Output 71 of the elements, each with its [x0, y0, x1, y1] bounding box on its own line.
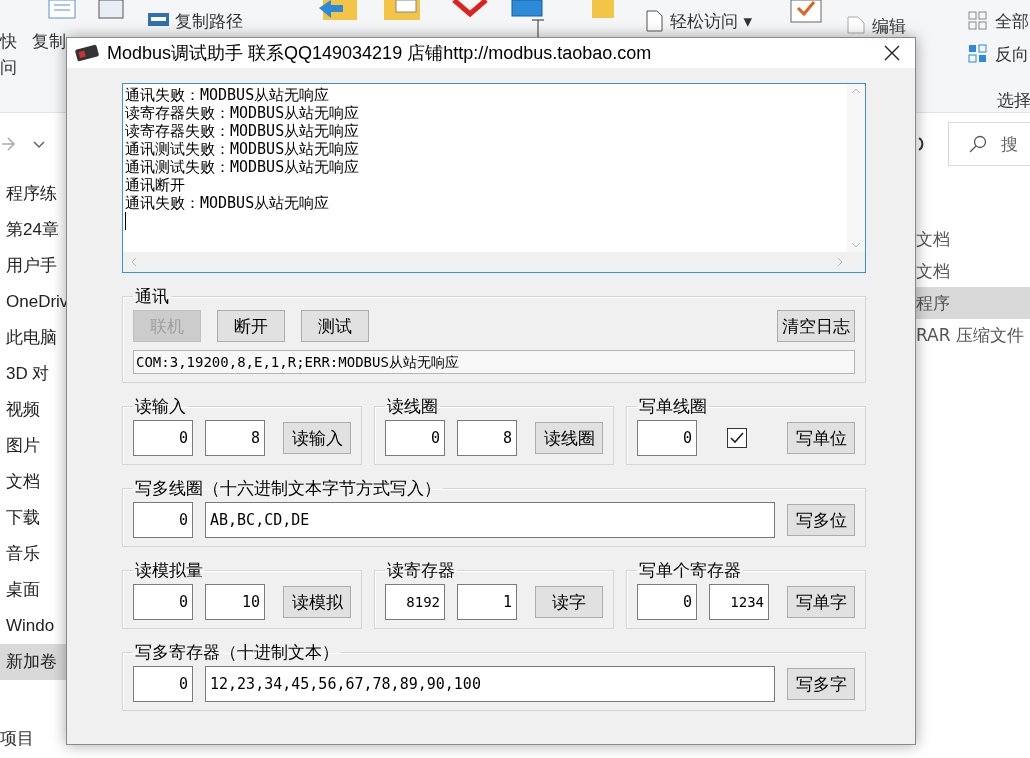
group-title: 读线圈 — [386, 395, 439, 418]
number-field[interactable]: 1234 — [709, 584, 769, 620]
action-button[interactable]: 断开 — [217, 310, 285, 342]
group-title: 写多线圈（十六进制文本字节方式写入） — [134, 477, 442, 500]
ribbon-label[interactable]: 选择 — [997, 89, 1030, 112]
number-field[interactable]: 10 — [205, 584, 265, 620]
log-line: 通讯测试失败：MODBUS从站无响应 — [125, 140, 361, 158]
nav-item[interactable]: 桌面 — [0, 572, 66, 608]
nav-item[interactable]: OneDriv — [0, 284, 66, 320]
number-field[interactable]: 0 — [133, 420, 193, 456]
group-title: 读寄存器 — [386, 559, 456, 582]
group-title: 读输入 — [134, 395, 187, 418]
number-field[interactable]: 0 — [133, 584, 193, 620]
nav-item[interactable]: 此电脑 — [0, 320, 66, 356]
number-field[interactable]: 0 — [385, 420, 445, 456]
log-line: 通讯失败：MODBUS从站无响应 — [125, 86, 331, 104]
nav-item[interactable]: 下载 — [0, 500, 66, 536]
log-area[interactable]: 通讯失败：MODBUS从站无响应 读寄存器失败：MODBUS从站无响应 读寄存器失败：MODBUS从站无响应 通讯测试失败：MODBUS从站无响应 通讯测试失败：MODBUS从站无响应 通讯断开 通讯失败：MODBUS从站无响应 — [122, 83, 866, 273]
log-line: 通讯失败：MODBUS从站无响应 — [125, 194, 331, 212]
window-title: Modbus调试助手 联系QQ149034219 店铺http://modbus.taobao.com — [107, 42, 653, 65]
action-button[interactable]: 写多字 — [787, 668, 855, 700]
ribbon-label[interactable]: 复制 — [32, 30, 66, 53]
action-button[interactable]: 写多位 — [787, 504, 855, 536]
ribbon-label[interactable]: 快 — [0, 30, 17, 53]
log-line: 通讯测试失败：MODBUS从站无响应 — [125, 158, 361, 176]
clear-log-button[interactable]: 清空日志 — [777, 310, 855, 342]
action-button[interactable]: 读输入 — [283, 422, 351, 454]
nav-item[interactable]: 新加卷 — [0, 644, 66, 680]
group-title: 写单个寄存器 — [638, 559, 742, 582]
ribbon-label[interactable]: 复制路径 — [175, 10, 243, 33]
nav-item[interactable]: 程序练 — [0, 176, 66, 212]
action-button[interactable]: 读模拟 — [283, 586, 351, 618]
ribbon-label[interactable]: 反向 — [995, 43, 1029, 66]
log-line: 读寄存器失败：MODBUS从站无响应 — [125, 104, 361, 122]
nav-item[interactable]: 视频 — [0, 392, 66, 428]
nav-item[interactable]: 用户手 — [0, 248, 66, 284]
nav-item[interactable]: Windo — [0, 608, 66, 644]
group-title: 通讯 — [134, 285, 170, 308]
number-field[interactable]: 0 — [637, 420, 697, 456]
action-button[interactable]: 写单位 — [787, 422, 855, 454]
action-button[interactable]: 读字 — [535, 586, 603, 618]
search-placeholder: 搜 — [1001, 132, 1018, 156]
group-title: 读模拟量 — [134, 559, 204, 582]
nav-item[interactable]: 第24章 — [0, 212, 66, 248]
log-line: 通讯断开 — [125, 176, 186, 194]
number-field[interactable]: 8 — [457, 420, 517, 456]
number-field[interactable]: 0 — [637, 584, 697, 620]
number-field[interactable]: 1 — [457, 584, 517, 620]
action-button[interactable]: 读线圈 — [535, 422, 603, 454]
ribbon-menu[interactable]: 轻松访问 ▾ — [670, 10, 752, 33]
action-button[interactable]: 测试 — [301, 310, 369, 342]
number-field[interactable]: 8192 — [385, 584, 445, 620]
search-field[interactable]: 搜 — [948, 122, 1030, 166]
number-field[interactable]: 0 — [133, 666, 193, 702]
status-field: COM:3,19200,8,E,1,R;ERR:MODBUS从站无响应 — [133, 350, 855, 374]
nav-item[interactable]: 文档 — [0, 464, 66, 500]
text-field[interactable]: 12,23,34,45,56,67,78,89,90,100 — [205, 666, 775, 702]
ribbon-label[interactable]: 问 — [0, 56, 17, 79]
number-field[interactable]: 8 — [205, 420, 265, 456]
group-title: 写单线圈 — [638, 395, 708, 418]
number-field[interactable]: 0 — [133, 502, 193, 538]
ribbon-label[interactable]: 编辑 — [872, 15, 906, 38]
nav-item[interactable]: 图片 — [0, 428, 66, 464]
action-button[interactable]: 写单字 — [787, 586, 855, 618]
group-title: 写多寄存器（十进制文本） — [134, 641, 340, 664]
ribbon-label[interactable]: 全部 — [995, 10, 1029, 33]
text-field[interactable]: AB,BC,CD,DE — [205, 502, 775, 538]
status-text: 项目 — [0, 727, 34, 750]
log-line: 读寄存器失败：MODBUS从站无响应 — [125, 122, 361, 140]
nav-item[interactable]: 3D 对 — [0, 356, 66, 392]
nav-item[interactable]: 音乐 — [0, 536, 66, 572]
